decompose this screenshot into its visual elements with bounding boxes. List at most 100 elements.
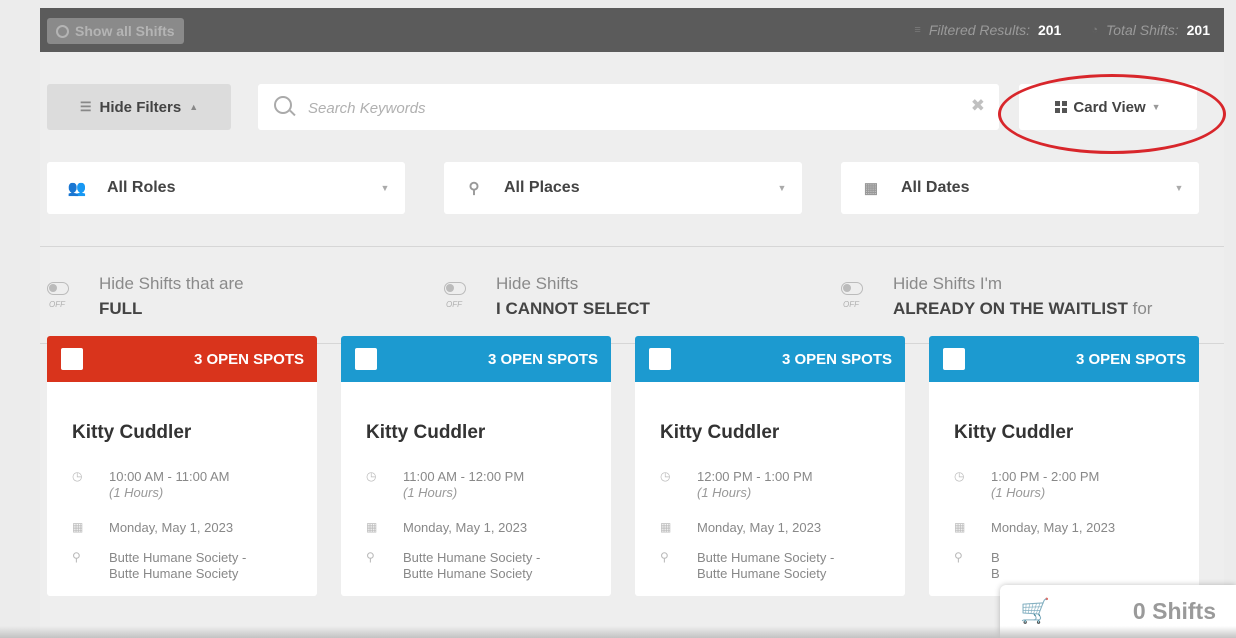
places-label: All Places	[504, 179, 580, 196]
clock-icon: ◷	[660, 469, 671, 483]
hide-filters-label: Hide Filters	[99, 98, 182, 116]
result-counts: ≡ Filtered Results: 201 ◔ Total Shifts: …	[914, 8, 1210, 52]
shift-card[interactable]: 3 OPEN SPOTS Kitty Cuddler ◷ 11:00 AM - 12:…	[341, 336, 611, 596]
place-line1: B	[991, 550, 1000, 565]
open-spots-label: 3 OPEN SPOTS	[193, 350, 304, 368]
search-icon	[274, 96, 292, 114]
duration: (1 Hours)	[991, 485, 1046, 500]
duration: (1 Hours)	[109, 485, 164, 500]
select-checkbox[interactable]	[943, 348, 965, 370]
chevron-down-icon: ▼	[777, 183, 787, 193]
shift-card[interactable]: 3 OPEN SPOTS Kitty Cuddler ◷ 10:00 AM - 11:…	[47, 336, 317, 596]
clock-icon: ◷	[954, 469, 965, 483]
time-row: ◷ 10:00 AM - 11:00 AM (1 Hours)	[72, 469, 229, 501]
toggle-switch[interactable]	[47, 282, 69, 295]
filtered-results-label: Filtered Results:	[928, 22, 1030, 38]
roles-dropdown[interactable]: 👥 All Roles ▼	[47, 162, 405, 214]
clock-icon: ◷	[72, 469, 83, 483]
divider	[40, 246, 1224, 247]
chevron-down-icon: ▼	[380, 183, 390, 193]
toggle-label-line1: Hide Shifts	[496, 274, 579, 293]
open-spots-label: 3 OPEN SPOTS	[781, 350, 892, 368]
map-marker-icon: ⚲	[72, 550, 81, 564]
card-title: Kitty Cuddler	[660, 422, 780, 443]
caret-up-icon: ▲	[189, 102, 199, 112]
filter-icon: ≡	[914, 24, 921, 36]
shift-date: Monday, May 1, 2023	[403, 520, 528, 535]
date-row: ▦ Monday, May 1, 2023	[660, 520, 821, 536]
card-header: 3 OPEN SPOTS	[341, 336, 611, 382]
shift-card[interactable]: 3 OPEN SPOTS Kitty Cuddler ◷ 12:00 PM - 1:0…	[635, 336, 905, 596]
toggle-switch[interactable]	[444, 282, 466, 295]
shift-date: Monday, May 1, 2023	[109, 520, 234, 535]
place-row: ⚲ B B	[954, 550, 1000, 582]
toggle-switch[interactable]	[841, 282, 863, 295]
calendar-icon: ▦	[954, 520, 966, 534]
calendar-icon: ▦	[366, 520, 378, 534]
time-row: ◷ 12:00 PM - 1:00 PM (1 Hours)	[660, 469, 813, 501]
users-icon: 👥	[67, 180, 87, 197]
shift-card[interactable]: 3 OPEN SPOTS Kitty Cuddler ◷ 1:00 PM - 2:00…	[929, 336, 1199, 596]
card-view-button[interactable]: Card View ▼	[1019, 84, 1197, 130]
calendar-icon: ▦	[72, 520, 84, 534]
place-line1: Butte Humane Society -	[403, 550, 541, 565]
calendar-icon: ▦	[660, 520, 672, 534]
time-range: 12:00 PM - 1:00 PM	[697, 469, 813, 484]
toggle-label-line2: ALREADY ON THE WAITLIST for	[893, 299, 1153, 318]
card-title: Kitty Cuddler	[954, 422, 1074, 443]
place-line1: Butte Humane Society -	[109, 550, 247, 565]
select-checkbox[interactable]	[355, 348, 377, 370]
place-line2: B	[991, 566, 1000, 581]
caret-down-icon: ▼	[1151, 102, 1161, 112]
duration: (1 Hours)	[697, 485, 752, 500]
map-marker-icon: ⚲	[468, 180, 480, 197]
card-title: Kitty Cuddler	[366, 422, 486, 443]
map-marker-icon: ⚲	[366, 550, 375, 564]
place-line2: Butte Humane Society	[109, 566, 239, 581]
date-row: ▦ Monday, May 1, 2023	[954, 520, 1115, 536]
toggle-state: OFF	[843, 300, 859, 309]
toggle-state: OFF	[49, 300, 65, 309]
toggle-label-line1: Hide Shifts I'm	[893, 274, 1003, 293]
show-all-label: Show all Shifts	[75, 23, 175, 39]
toggle-label-line1: Hide Shifts that are	[99, 274, 244, 293]
card-header: 3 OPEN SPOTS	[47, 336, 317, 382]
select-checkbox[interactable]	[649, 348, 671, 370]
roles-label: All Roles	[107, 179, 176, 196]
hide-filters-button[interactable]: ☰ Hide Filters ▲	[47, 84, 231, 130]
toggle-label-line2: FULL	[99, 299, 143, 318]
toggle-label-line2: I CANNOT SELECT	[496, 299, 650, 318]
duration: (1 Hours)	[403, 485, 458, 500]
map-marker-icon: ⚲	[954, 550, 963, 564]
shift-date: Monday, May 1, 2023	[991, 520, 1116, 535]
clock-icon: ◔	[1091, 24, 1098, 36]
shift-date: Monday, May 1, 2023	[697, 520, 822, 535]
open-spots-label: 3 OPEN SPOTS	[1075, 350, 1186, 368]
map-marker-icon: ⚲	[660, 550, 669, 564]
place-line2: Butte Humane Society	[697, 566, 827, 581]
search-box: ✖	[258, 84, 999, 132]
card-title: Kitty Cuddler	[72, 422, 192, 443]
grid-icon	[1055, 101, 1068, 113]
toggle-state: OFF	[446, 300, 462, 309]
place-line1: Butte Humane Society -	[697, 550, 835, 565]
dates-dropdown[interactable]: ▦ All Dates ▼	[841, 162, 1199, 214]
select-checkbox[interactable]	[61, 348, 83, 370]
card-header: 3 OPEN SPOTS	[929, 336, 1199, 382]
card-header: 3 OPEN SPOTS	[635, 336, 905, 382]
shopping-cart-icon: 🛒	[1020, 598, 1050, 625]
card-view-label: Card View	[1073, 98, 1146, 116]
calendar-icon: ▦	[863, 180, 879, 197]
chevron-down-icon: ▼	[1174, 183, 1184, 193]
places-dropdown[interactable]: ⚲ All Places ▼	[444, 162, 802, 214]
top-bar: Show all Shifts ≡ Filtered Results: 201 …	[40, 8, 1224, 52]
place-row: ⚲ Butte Humane Society - Butte Humane Soci…	[72, 550, 246, 582]
time-row: ◷ 1:00 PM - 2:00 PM (1 Hours)	[954, 469, 1099, 501]
clear-icon[interactable]: ✖	[971, 96, 985, 116]
show-all-shifts-button[interactable]: Show all Shifts	[47, 18, 184, 44]
sliders-icon: ☰	[79, 99, 92, 114]
time-row: ◷ 11:00 AM - 12:00 PM (1 Hours)	[366, 469, 524, 501]
search-input[interactable]	[306, 84, 950, 132]
cart-count: 0 Shifts	[1132, 598, 1216, 624]
open-spots-label: 3 OPEN SPOTS	[487, 350, 598, 368]
